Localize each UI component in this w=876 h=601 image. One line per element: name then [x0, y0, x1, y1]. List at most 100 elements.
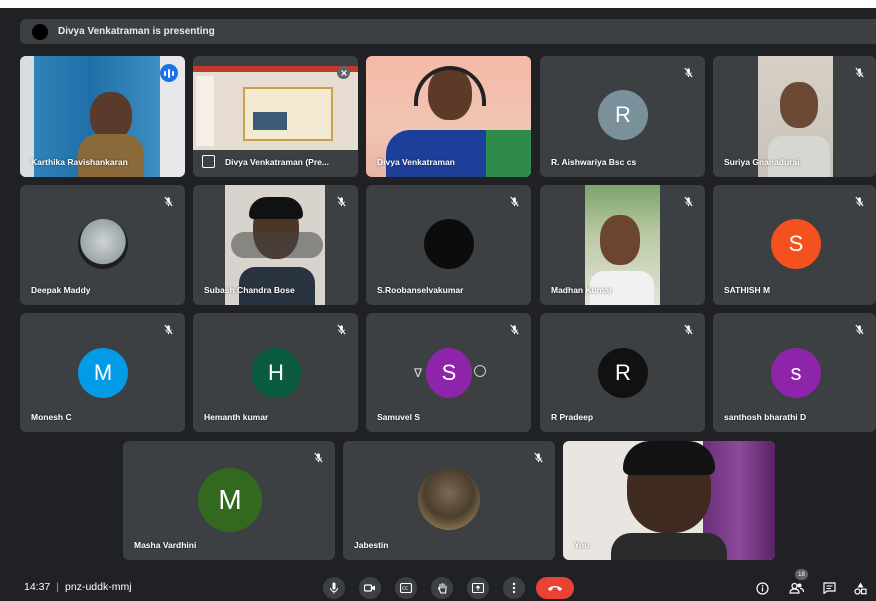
tile-masha[interactable]: M Masha Vardhini	[123, 441, 335, 560]
participant-name: Deepak Maddy	[31, 285, 91, 295]
avatar: M	[78, 348, 128, 398]
activities-button[interactable]	[851, 579, 869, 597]
tile-divya-presentation[interactable]: Divya Venkatraman (Pre...	[193, 56, 358, 177]
participant-name: R Pradeep	[551, 412, 594, 422]
camera-icon	[364, 584, 375, 592]
info-button[interactable]	[753, 579, 771, 597]
pin-icon[interactable]	[337, 66, 350, 79]
people-button[interactable]	[787, 579, 805, 597]
participant-name: You	[574, 540, 590, 550]
muted-mic-icon	[852, 322, 866, 336]
avatar: S	[771, 219, 821, 269]
activities-icon	[853, 582, 867, 595]
separator: |	[56, 581, 60, 593]
end-call-button[interactable]	[536, 577, 574, 599]
tile-samuvel[interactable]: S ∇ Samuvel S	[366, 313, 531, 432]
captions-button[interactable]: CC	[395, 577, 417, 599]
participant-name: Madhan Kumar	[551, 285, 613, 295]
participant-name: Karthika Ravishankaran	[31, 157, 128, 167]
avatar-letter: S	[441, 360, 457, 385]
participant-hair	[623, 441, 715, 475]
microphone-button[interactable]	[323, 577, 345, 599]
meeting-info: 14:37 | pnz-uddk-mmj	[24, 581, 132, 593]
muted-mic-icon	[334, 194, 348, 208]
participant-name: Monesh C	[31, 412, 72, 422]
people-icon	[788, 582, 804, 594]
slide-thumbnails	[196, 76, 214, 146]
tile-divya[interactable]: Divya Venkatraman	[366, 56, 531, 177]
participant-name: R. Aishwariya Bsc cs	[551, 157, 637, 167]
participant-name: Masha Vardhini	[134, 540, 197, 550]
tile-roobans[interactable]: S.Roobanselvakumar	[366, 185, 531, 305]
bottom-bar: 14:37 | pnz-uddk-mmj CC	[0, 571, 876, 601]
presenting-banner: Divya Venkatraman is presenting	[20, 19, 876, 44]
chat-button[interactable]	[820, 579, 838, 597]
raise-hand-button[interactable]	[431, 577, 453, 599]
avatar: M	[198, 468, 262, 532]
tile-hemanth[interactable]: H Hemanth kumar	[193, 313, 358, 432]
muted-mic-icon	[681, 65, 695, 79]
presentation-toolbar	[193, 66, 358, 72]
more-options-button[interactable]	[503, 577, 525, 599]
tile-karthika[interactable]: Karthika Ravishankaran	[20, 56, 185, 177]
tile-aishwariya[interactable]: R R. Aishwariya Bsc cs	[540, 56, 705, 177]
remove-icon[interactable]	[474, 365, 486, 377]
participant-name: Jabestin	[354, 540, 389, 550]
participant-body	[78, 134, 144, 177]
participant-name: Divya Venkatraman (Pre...	[225, 157, 329, 167]
muted-mic-icon	[161, 194, 175, 208]
more-options-icon	[512, 582, 516, 594]
tile-you[interactable]: You	[563, 441, 775, 560]
presenting-text: Divya Venkatraman is presenting	[58, 26, 215, 37]
hover-controls[interactable]	[231, 232, 323, 258]
muted-mic-icon	[681, 322, 695, 336]
muted-mic-icon	[334, 322, 348, 336]
tile-monesh[interactable]: M Monesh C	[20, 313, 185, 432]
tile-jabestin[interactable]: Jabestin	[343, 441, 555, 560]
avatar	[78, 219, 128, 269]
participant-face	[600, 215, 640, 265]
avatar: H	[251, 348, 301, 398]
avatar: s	[771, 348, 821, 398]
avatar-letter: s	[790, 360, 802, 385]
top-strip	[0, 0, 876, 8]
participant-face	[90, 92, 132, 140]
participant-name: S.Roobanselvakumar	[377, 285, 464, 295]
present-icon	[202, 155, 215, 168]
tile-pradeep[interactable]: R R Pradeep	[540, 313, 705, 432]
speaking-indicator-icon	[160, 64, 178, 82]
participant-scarf	[486, 130, 531, 177]
tile-sathish[interactable]: S SATHISH M	[713, 185, 876, 305]
present-button[interactable]	[467, 577, 489, 599]
avatar-letter: R	[615, 360, 631, 385]
muted-mic-icon	[507, 194, 521, 208]
presenter-avatar	[32, 23, 48, 40]
meeting-code: pnz-uddk-mmj	[65, 581, 132, 593]
camera-button[interactable]	[359, 577, 381, 599]
slide-image	[253, 112, 287, 130]
participant-name: Hemanth kumar	[204, 412, 269, 422]
svg-text:CC: CC	[402, 586, 408, 592]
pin-icon[interactable]: ∇	[414, 366, 422, 380]
participant-name: Suriya Gnanadurai	[724, 157, 800, 167]
avatar	[418, 468, 480, 530]
participant-name: Subash Chandra Bose	[204, 285, 295, 295]
participant-name: Divya Venkatraman	[377, 157, 455, 167]
tile-deepak[interactable]: Deepak Maddy	[20, 185, 185, 305]
avatar-letter: H	[268, 360, 284, 385]
avatar-letter: M	[93, 360, 113, 385]
avatar: R	[598, 348, 648, 398]
muted-mic-icon	[681, 194, 695, 208]
avatar: R	[598, 90, 648, 140]
participant-body	[611, 533, 727, 560]
current-time: 14:37	[24, 581, 51, 593]
tile-subash[interactable]: Subash Chandra Bose	[193, 185, 358, 305]
end-call-icon	[548, 586, 562, 591]
tile-suriya[interactable]: Suriya Gnanadurai	[713, 56, 876, 177]
tile-madhan[interactable]: Madhan Kumar	[540, 185, 705, 305]
tile-santhosh[interactable]: s santhosh bharathi D	[713, 313, 876, 432]
avatar: S	[426, 348, 472, 398]
present-icon	[472, 582, 484, 593]
participant-name: santhosh bharathi D	[724, 412, 807, 422]
participant-face	[780, 82, 818, 128]
